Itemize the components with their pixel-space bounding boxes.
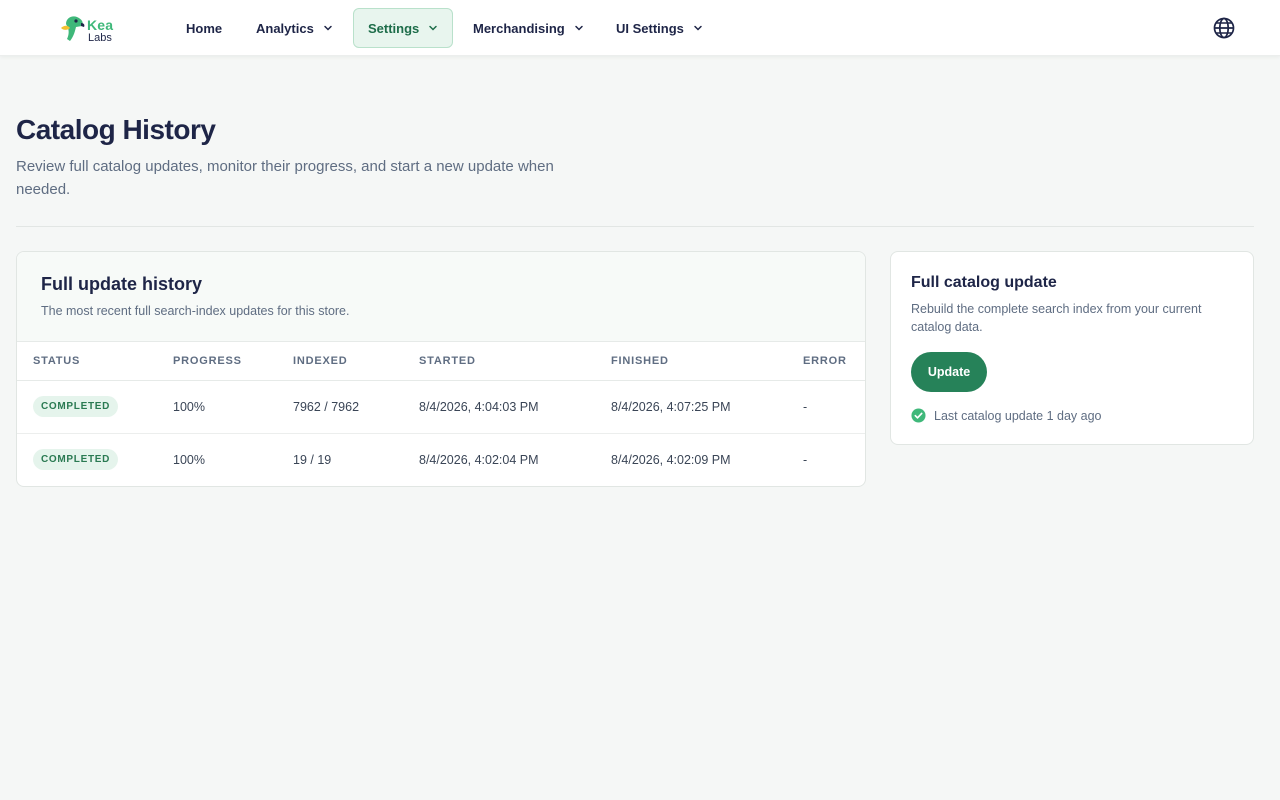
update-history-card: Full update history The most recent full… xyxy=(16,251,866,487)
started-cell: 8/4/2026, 4:02:04 PM xyxy=(419,432,611,486)
started-cell: 8/4/2026, 4:04:03 PM xyxy=(419,399,539,414)
table-header-row: STATUS PROGRESS INDEXED STARTED FINISHED… xyxy=(17,342,865,381)
chevron-down-icon xyxy=(324,25,332,31)
top-navigation-bar: Kea Labs Home Analytics Settings Merchan… xyxy=(0,0,1280,56)
nav-label: Home xyxy=(186,20,223,36)
progress-cell: 100% xyxy=(173,432,293,486)
history-title: Full update history xyxy=(41,274,203,294)
catalog-update-card: Full catalog update Rebuild the complete… xyxy=(890,251,1254,445)
column-header-started: STARTED xyxy=(419,342,611,381)
nav-label: UI Settings xyxy=(616,20,684,36)
column-header-finished: FINISHED xyxy=(611,342,803,381)
section-divider xyxy=(16,226,1254,227)
nav-merchandising[interactable]: Merchandising xyxy=(459,8,598,48)
update-button[interactable]: Update xyxy=(911,352,987,392)
column-header-status: STATUS xyxy=(17,342,173,381)
table-row: COMPLETED 100% 7962 / 7962 8/4/2026, 4:0… xyxy=(17,380,865,433)
table-row: COMPLETED 100% 19 / 19 8/4/2026, 4:02:04… xyxy=(17,432,865,486)
globe-icon[interactable] xyxy=(1212,16,1236,40)
indexed-cell: 19 / 19 xyxy=(293,432,419,486)
chevron-down-icon xyxy=(694,25,702,31)
nav-ui-settings[interactable]: UI Settings xyxy=(602,8,717,48)
update-card-description: Rebuild the complete search index from y… xyxy=(911,302,1202,334)
status-badge: COMPLETED xyxy=(33,449,119,471)
check-circle-icon xyxy=(911,408,926,423)
brand-subname: Labs xyxy=(88,32,112,44)
chevron-down-icon xyxy=(429,25,438,31)
chevron-down-icon xyxy=(575,25,583,31)
last-update-text: Last catalog update 1 day ago xyxy=(934,408,1102,423)
nav-label: Merchandising xyxy=(473,20,565,36)
update-card-title: Full catalog update xyxy=(911,274,1057,291)
nav-settings[interactable]: Settings xyxy=(353,8,454,48)
page-title: Catalog History xyxy=(16,114,216,145)
column-header-progress: PROGRESS xyxy=(173,342,293,381)
nav-label: Analytics xyxy=(256,20,314,36)
nav-label: Settings xyxy=(368,20,420,36)
kea-bird-icon xyxy=(61,16,85,41)
progress-cell: 100% xyxy=(173,399,205,414)
brand-logo[interactable]: Kea Labs xyxy=(60,13,120,45)
brand-name: Kea xyxy=(87,17,114,33)
finished-cell: 8/4/2026, 4:02:09 PM xyxy=(611,432,803,486)
status-badge: COMPLETED xyxy=(33,396,119,417)
column-header-indexed: INDEXED xyxy=(293,342,419,381)
history-card-header: Full update history The most recent full… xyxy=(17,252,865,342)
nav-home[interactable]: Home xyxy=(172,8,236,48)
finished-cell: 8/4/2026, 4:07:25 PM xyxy=(611,399,731,414)
last-update-status: Last catalog update 1 day ago xyxy=(911,408,1102,423)
column-header-error: ERROR xyxy=(803,342,865,381)
indexed-cell: 7962 / 7962 xyxy=(293,399,360,414)
history-table: STATUS PROGRESS INDEXED STARTED FINISHED… xyxy=(17,342,865,486)
error-cell: - xyxy=(803,399,808,414)
page-subtitle: Review full catalog updates, monitor the… xyxy=(16,158,554,198)
history-subtitle: The most recent full search-index update… xyxy=(41,304,350,318)
error-cell: - xyxy=(803,432,865,486)
nav-analytics[interactable]: Analytics xyxy=(242,8,347,48)
